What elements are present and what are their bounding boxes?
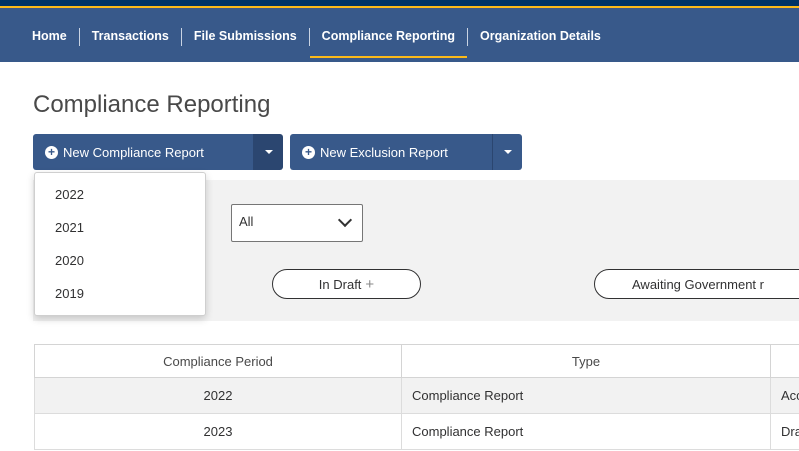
nav-home[interactable]: Home [20, 20, 79, 56]
status-filter-label: In Draft [318, 276, 362, 292]
cell-type: Compliance Report [401, 377, 771, 414]
plus-circle-icon: + [302, 145, 315, 159]
table-row[interactable]: 2023 Compliance Report Dra [34, 413, 799, 450]
compliance-year-dropdown-menu: 2022 2021 2020 2019 [34, 172, 206, 316]
new-exclusion-report-button[interactable]: + New Exclusion Report [290, 134, 492, 170]
exclusion-report-dropdown-toggle[interactable] [492, 134, 522, 170]
cell-type: Compliance Report [401, 413, 771, 450]
new-exclusion-report-label: New Exclusion Report [320, 144, 448, 160]
compliance-report-dropdown-toggle[interactable] [253, 134, 283, 170]
caret-down-icon [503, 150, 512, 154]
nav-file-submissions[interactable]: File Submissions [182, 20, 309, 56]
new-exclusion-report-group: + New Exclusion Report [290, 134, 522, 170]
dropdown-item-year[interactable]: 2021 [35, 214, 205, 247]
plus-icon: + [365, 275, 375, 293]
cell-status: Dra [770, 413, 799, 450]
new-compliance-report-button[interactable]: + New Compliance Report [33, 134, 253, 170]
dropdown-item-year[interactable]: 2022 [35, 181, 205, 214]
compliance-period-select[interactable]: All [231, 204, 363, 242]
dropdown-item-year[interactable]: 2020 [35, 247, 205, 280]
cell-compliance-period: 2023 [34, 413, 402, 450]
dropdown-item-year[interactable]: 2019 [35, 280, 205, 313]
status-filter-label: Awaiting Government r [632, 276, 764, 292]
compliance-reports-table: Compliance Period Type 2022 Compliance R… [34, 344, 799, 450]
new-compliance-report-group: + New Compliance Report [33, 134, 283, 170]
table-row[interactable]: 2022 Compliance Report Acc [34, 377, 799, 414]
column-header-type[interactable]: Type [401, 344, 771, 378]
status-filter-awaiting-government[interactable]: Awaiting Government r [594, 269, 799, 299]
main-nav: Home Transactions File Submissions Compl… [20, 20, 613, 58]
cell-status: Acc [770, 377, 799, 414]
column-header-compliance-period[interactable]: Compliance Period [34, 344, 402, 378]
status-filter-in-draft[interactable]: In Draft + [272, 269, 421, 299]
header-band [0, 0, 799, 8]
new-compliance-report-label: New Compliance Report [63, 144, 204, 160]
select-value: All [239, 214, 254, 229]
column-header-status[interactable] [770, 344, 799, 378]
chevron-down-icon [337, 212, 353, 228]
plus-circle-icon: + [45, 145, 58, 159]
caret-down-icon [264, 150, 273, 154]
nav-compliance-reporting[interactable]: Compliance Reporting [309, 20, 468, 58]
page-title: Compliance Reporting [33, 91, 271, 118]
cell-compliance-period: 2022 [34, 377, 402, 414]
nav-transactions[interactable]: Transactions [80, 20, 181, 56]
table-header-row: Compliance Period Type [34, 344, 799, 378]
nav-organization-details[interactable]: Organization Details [468, 20, 613, 56]
